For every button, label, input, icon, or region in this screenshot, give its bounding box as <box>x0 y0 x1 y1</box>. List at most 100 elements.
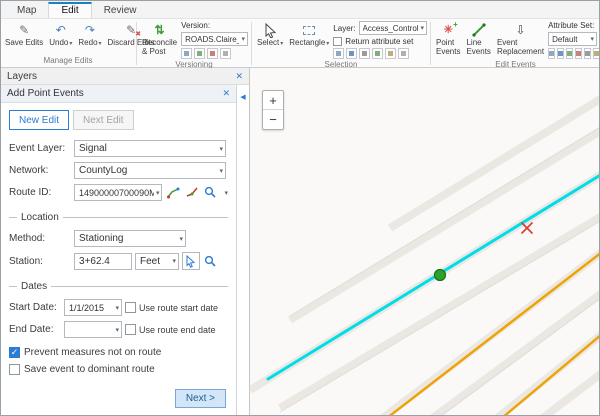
collapse-panel-icon[interactable]: ◀ <box>240 93 245 415</box>
use-route-start-date-label: Use route start date <box>139 303 218 313</box>
return-attribute-set-label: Return attribute set <box>345 37 413 46</box>
select-button[interactable]: Select▾ <box>255 21 285 50</box>
selection-tool-icon-3[interactable] <box>359 48 370 59</box>
rectangle-icon <box>303 22 315 38</box>
chevron-down-icon[interactable]: ▾ <box>224 189 228 197</box>
left-panel-column: Layers ✕ Add Point Events ✕ New Edit Nex… <box>1 68 249 415</box>
chevron-down-icon: ▾ <box>326 41 329 47</box>
selection-tool-icon-1[interactable] <box>333 48 344 59</box>
map-view[interactable]: + − <box>249 68 599 415</box>
method-label: Method: <box>9 233 71 244</box>
event-point-marker[interactable] <box>435 270 446 281</box>
prevent-measures-checkbox[interactable]: ✓ <box>9 347 20 358</box>
method-value: Stationing <box>79 233 177 244</box>
red-cross-icon: ✖ <box>135 30 141 39</box>
new-edit-button[interactable]: New Edit <box>9 110 69 130</box>
chevron-down-icon: ▾ <box>115 304 119 312</box>
use-route-start-date-checkbox[interactable] <box>125 302 136 313</box>
next-button[interactable]: Next > <box>175 389 226 408</box>
ribbon: ✎ Save Edits ↶ Undo▾ ↷ Redo▾ ✎✖ Discard … <box>1 19 599 68</box>
zoom-to-route-icon[interactable] <box>203 185 219 201</box>
redo-button[interactable]: ↷ Redo▾ <box>76 21 103 50</box>
rectangle-button[interactable]: Rectangle▾ <box>287 21 331 50</box>
version-select[interactable]: ROADS.Claire_Reg ▾ <box>181 32 248 46</box>
layers-panel-title: Layers <box>7 71 235 82</box>
method-select[interactable]: Stationing ▾ <box>74 230 186 247</box>
route-trace-icon[interactable] <box>184 185 200 201</box>
versioning-tool-icon-3[interactable] <box>207 48 218 59</box>
edit-events-tool-icon-6[interactable] <box>593 48 600 59</box>
panel-collapse-strip: ◀ <box>237 85 249 415</box>
event-replacement-button[interactable]: ⇩ EventReplacement <box>495 21 546 57</box>
zoom-in-button[interactable]: + <box>263 91 283 110</box>
point-events-icon: ✳+ <box>444 22 453 38</box>
map-canvas <box>250 68 599 415</box>
close-icon[interactable]: ✕ <box>222 88 230 99</box>
chevron-down-icon: ▾ <box>241 35 245 43</box>
return-attribute-set-checkbox[interactable]: Return attribute set <box>333 37 427 46</box>
end-date-input[interactable]: ▾ <box>64 321 122 338</box>
route-pick-icon[interactable] <box>165 185 181 201</box>
edit-events-tool-icon-3[interactable] <box>566 48 573 59</box>
close-icon[interactable]: ✕ <box>235 71 243 82</box>
start-date-value: 1/1/2015 <box>69 303 113 313</box>
group-label-manage-edits: Manage Edits <box>3 55 133 67</box>
group-edit-events-content: ✳+ PointEvents LineEvents ⇩ EventReplace… <box>434 20 597 59</box>
group-divider <box>136 22 137 65</box>
version-value: ROADS.Claire_Reg <box>185 35 239 44</box>
discard-edits-icon: ✎✖ <box>126 22 136 38</box>
chevron-down-icon: ▾ <box>420 24 424 32</box>
app-window: Map Edit Review ✎ Save Edits ↶ Undo▾ ↷ R… <box>0 0 600 416</box>
chevron-down-icon: ▾ <box>590 35 594 43</box>
redo-icon: ↷ <box>85 22 95 38</box>
group-edit-events: ✳+ PointEvents LineEvents ⇩ EventReplace… <box>434 20 597 67</box>
next-edit-button[interactable]: Next Edit <box>73 110 134 130</box>
tab-map[interactable]: Map <box>5 3 48 18</box>
versioning-tool-icon-2[interactable] <box>194 48 205 59</box>
versioning-tool-icon-4[interactable] <box>220 48 231 59</box>
use-route-end-date-checkbox[interactable] <box>125 324 136 335</box>
save-dominant-route-label: Save event to dominant route <box>24 364 155 375</box>
tab-edit[interactable]: Edit <box>48 2 91 18</box>
edit-events-tool-icon-4[interactable] <box>575 48 582 59</box>
point-events-button[interactable]: ✳+ PointEvents <box>434 21 462 57</box>
versioning-tool-icon-1[interactable] <box>181 48 192 59</box>
group-manage-edits-content: ✎ Save Edits ↶ Undo▾ ↷ Redo▾ ✎✖ Discard … <box>3 20 133 55</box>
network-label: Network: <box>9 165 71 176</box>
zoom-out-button[interactable]: − <box>263 110 283 129</box>
edit-events-tool-icon-2[interactable] <box>557 48 564 59</box>
group-divider <box>251 22 252 65</box>
station-input[interactable]: 3+62.4 <box>74 253 132 270</box>
save-edits-icon: ✎ <box>19 22 29 38</box>
undo-button[interactable]: ↶ Undo▾ <box>47 21 74 50</box>
edit-events-tool-icon-5[interactable] <box>584 48 591 59</box>
layer-select[interactable]: Access_Control ▾ <box>359 21 427 35</box>
add-point-events-panel: Add Point Events ✕ New Edit Next Edit Ev… <box>1 85 237 415</box>
layer-label: Layer: <box>333 24 355 33</box>
attribute-set-select[interactable]: Default ▾ <box>548 32 597 46</box>
save-edits-label: Save Edits <box>5 38 43 47</box>
selection-tool-icon-5[interactable] <box>385 48 396 59</box>
zoom-to-location-icon[interactable] <box>203 253 219 269</box>
selection-tool-icon-4[interactable] <box>372 48 383 59</box>
reconcile-post-label: Reconcile& Post <box>142 38 177 56</box>
selection-tool-icon-2[interactable] <box>346 48 357 59</box>
route-id-combo[interactable]: 14900000700090M01 ▾ <box>74 184 162 201</box>
add-point-events-title: Add Point Events <box>7 88 222 99</box>
reconcile-post-button[interactable]: ⇅ Reconcile& Post <box>140 21 179 57</box>
station-unit-select[interactable]: Feet ▾ <box>135 253 179 270</box>
group-divider <box>430 22 431 65</box>
save-edits-button[interactable]: ✎ Save Edits <box>3 21 45 48</box>
event-layer-select[interactable]: Signal ▾ <box>74 140 226 157</box>
line-events-label: LineEvents <box>466 38 490 56</box>
edit-events-tool-icon-1[interactable] <box>548 48 555 59</box>
selection-tool-icon-6[interactable] <box>398 48 409 59</box>
network-select[interactable]: CountyLog ▾ <box>74 162 226 179</box>
event-replacement-label: EventReplacement <box>497 38 544 56</box>
start-date-input[interactable]: 1/1/2015 ▾ <box>64 299 122 316</box>
tab-review[interactable]: Review <box>92 3 149 18</box>
line-events-button[interactable]: LineEvents <box>464 21 492 57</box>
pick-location-on-map-button[interactable] <box>182 252 200 270</box>
map-zoom-control: + − <box>262 90 284 130</box>
save-dominant-route-checkbox[interactable] <box>9 364 20 375</box>
